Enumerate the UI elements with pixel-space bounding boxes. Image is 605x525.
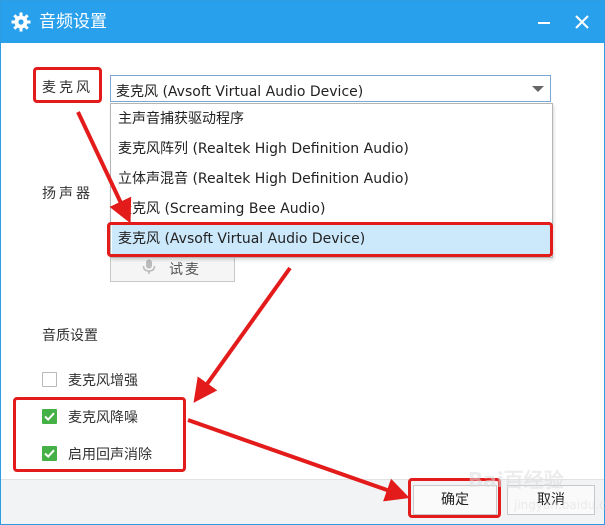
audio-settings-window: 音频设置 麦克风 扬声器 试麦 麦克风 (Avsoft Virtual Audi… [0,0,605,525]
microphone-dropdown-list: 主声音捕获驱动程序 麦克风阵列 (Realtek High Definition… [110,103,553,258]
minimize-icon [538,22,550,24]
test-mic-label: 试麦 [169,262,201,278]
microphone-icon [142,259,156,274]
speaker-label: 扬声器 [42,186,93,202]
check-icon [44,412,55,422]
echo-cancel-checkbox[interactable]: 启用回声消除 [42,444,172,464]
mic-enhance-label: 麦克风增强 [68,373,138,389]
dropdown-option[interactable]: 立体声混音 (Realtek High Definition Audio) [112,165,551,194]
check-icon [44,449,55,459]
microphone-select[interactable]: 麦克风 (Avsoft Virtual Audio Device) [110,75,551,102]
checkbox-unchecked [42,372,57,387]
title-bar[interactable]: 音频设置 [1,1,604,43]
checkbox-checked [42,409,57,424]
dropdown-option[interactable]: 麦克风阵列 (Realtek High Definition Audio) [112,135,551,164]
cancel-button[interactable]: 取消 [507,485,595,515]
dropdown-option-selected[interactable]: 麦克风 (Avsoft Virtual Audio Device) [112,225,551,254]
dropdown-option[interactable]: 麦克风 (Screaming Bee Audio) [112,195,551,224]
echo-cancel-label: 启用回声消除 [68,447,152,463]
close-icon [575,15,589,29]
chevron-down-icon [532,86,544,92]
dropdown-option[interactable]: 主声音捕获驱动程序 [112,105,551,134]
mic-denoise-label: 麦克风降噪 [68,410,138,426]
microphone-label: 麦克风 [42,80,93,96]
audio-quality-heading: 音质设置 [42,328,98,344]
mic-enhance-checkbox[interactable]: 麦克风增强 [42,370,162,390]
close-button[interactable] [567,7,597,37]
minimize-button[interactable] [529,7,559,37]
gear-icon [11,12,31,32]
window-title: 音频设置 [39,12,107,32]
checkbox-checked [42,446,57,461]
mic-denoise-checkbox[interactable]: 麦克风降噪 [42,407,162,427]
microphone-select-value: 麦克风 (Avsoft Virtual Audio Device) [116,84,364,100]
ok-button[interactable]: 确定 [413,485,497,515]
